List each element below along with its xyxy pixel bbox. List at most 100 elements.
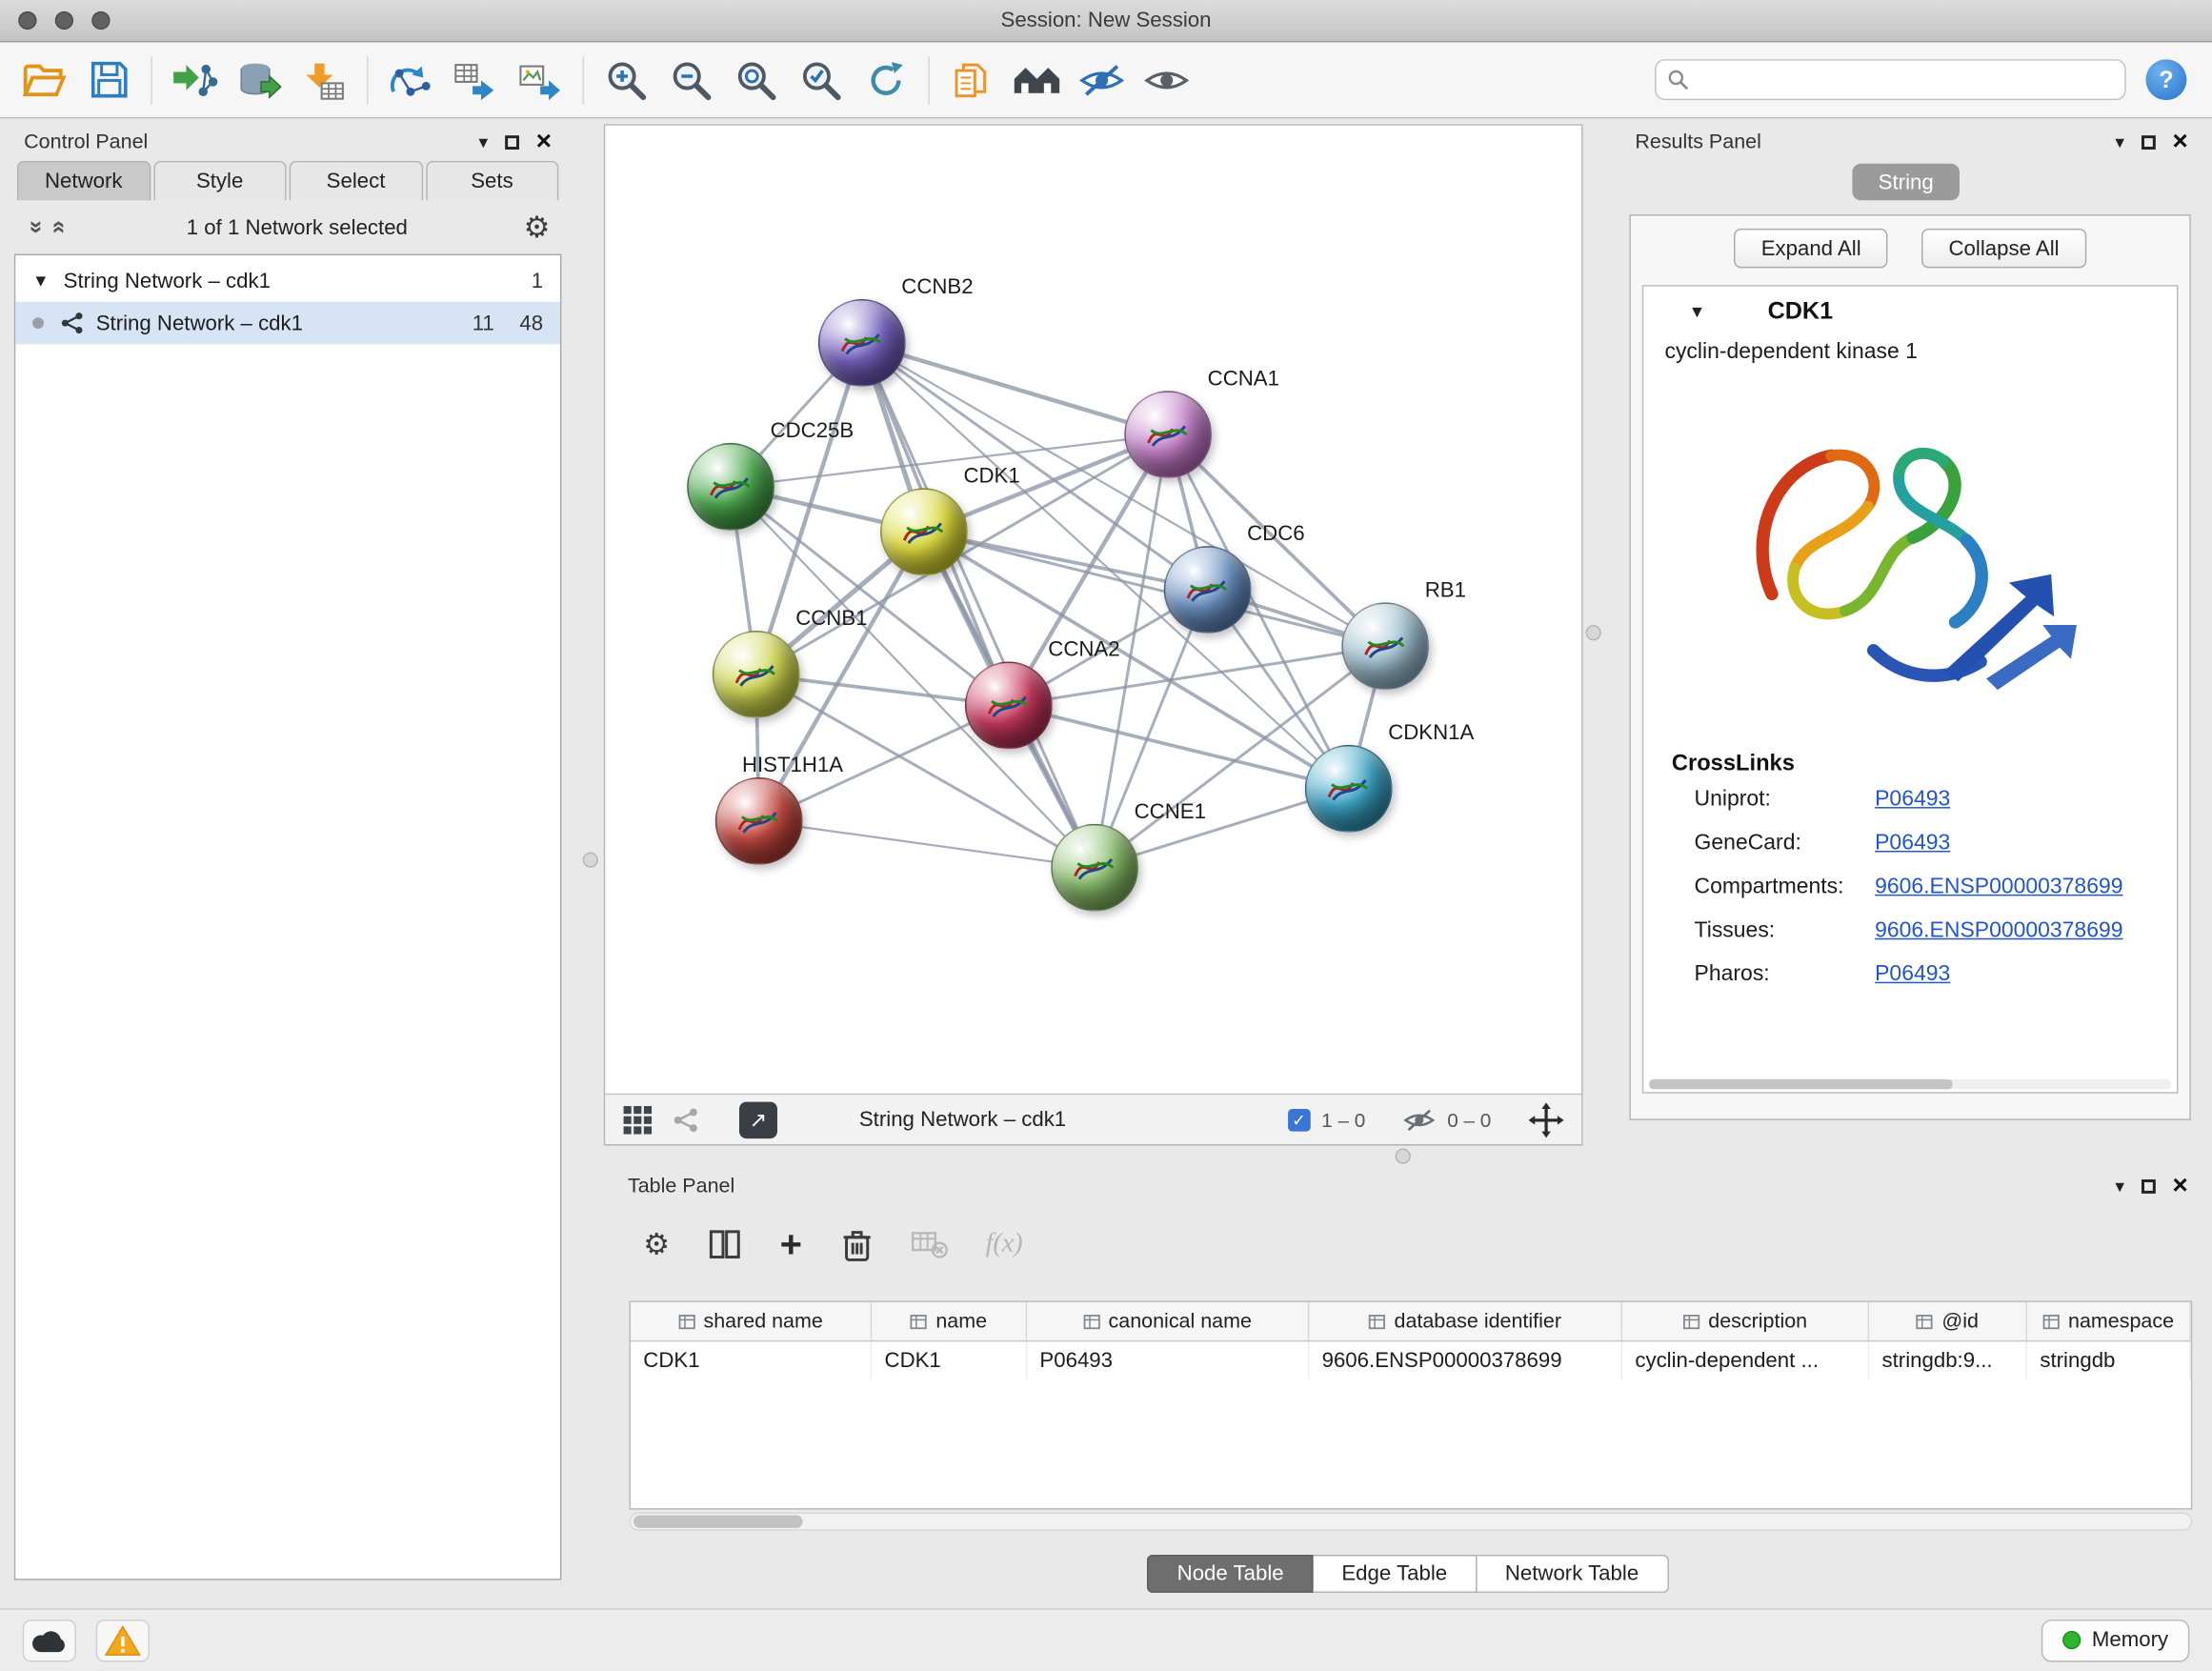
tab-sets[interactable]: Sets <box>425 161 558 200</box>
splitter-handle[interactable] <box>583 852 598 867</box>
panel-float-icon[interactable]: ▾ <box>2115 1176 2124 1198</box>
network-node-CCNA2[interactable] <box>965 662 1053 750</box>
table-cell-description[interactable]: cyclin-dependent ... <box>1622 1341 1869 1379</box>
network-canvas[interactable]: CCNB2CCNA1CDC25BCDK1CDC6RB1CCNB1CCNA2CDK… <box>605 126 1581 1094</box>
network-row[interactable]: String Network – cdk1 11 48 <box>15 302 560 344</box>
network-node-CCNA1[interactable] <box>1124 391 1212 478</box>
collapse-all-button[interactable]: Collapse All <box>1921 229 2085 268</box>
column-header-canonical-name[interactable]: canonical name <box>1027 1302 1309 1340</box>
column-sort-icon[interactable] <box>1683 1313 1700 1330</box>
network-collection-row[interactable]: ▼ String Network – cdk1 1 <box>15 259 560 301</box>
memory-button[interactable]: Memory <box>2041 1619 2190 1661</box>
save-session-icon[interactable] <box>76 50 141 110</box>
tab-style[interactable]: Style <box>153 161 287 200</box>
column-header-description[interactable]: description <box>1622 1302 1869 1340</box>
cloud-status-button[interactable] <box>23 1619 76 1661</box>
crosslink-tissues-link[interactable]: 9606.ENSP00000378699 <box>1875 917 2122 943</box>
network-node-CCNB1[interactable] <box>713 631 800 718</box>
panel-close-icon[interactable]: × <box>2172 135 2187 150</box>
zoom-in-icon[interactable] <box>593 50 658 110</box>
column-sort-icon[interactable] <box>2042 1313 2060 1330</box>
home-icon[interactable] <box>1004 50 1069 110</box>
expand-all-networks-icon[interactable]: « <box>45 216 73 239</box>
network-node-CDC25B[interactable] <box>687 443 774 531</box>
column-sort-icon[interactable] <box>1917 1313 1934 1330</box>
table-row[interactable]: CDK1CDK1P064939606.ENSP00000378699cyclin… <box>631 1341 2191 1379</box>
copy-document-icon[interactable] <box>939 50 1004 110</box>
panel-close-icon[interactable]: × <box>2172 1179 2187 1194</box>
network-node-CCNE1[interactable] <box>1051 824 1138 912</box>
import-network-file-icon[interactable] <box>162 50 227 110</box>
import-table-file-icon[interactable] <box>292 50 357 110</box>
grid-view-icon[interactable] <box>622 1104 654 1136</box>
crosslink-uniprot-link[interactable]: P06493 <box>1875 787 1950 813</box>
export-image-icon[interactable] <box>508 50 573 110</box>
crosslink-pharos-link[interactable]: P06493 <box>1875 961 1950 987</box>
delete-column-trash-icon[interactable] <box>840 1227 873 1262</box>
tab-node-table[interactable]: Node Table <box>1148 1555 1314 1593</box>
column-sort-icon[interactable] <box>1083 1313 1100 1330</box>
panel-maximize-icon[interactable] <box>2142 1179 2156 1194</box>
column-sort-icon[interactable] <box>678 1313 695 1330</box>
panel-close-icon[interactable]: × <box>536 135 552 150</box>
table-cell-database-identifier[interactable]: 9606.ENSP00000378699 <box>1309 1341 1622 1379</box>
splitter-handle[interactable] <box>1396 1148 1411 1163</box>
column-header-database-identifier[interactable]: database identifier <box>1309 1302 1622 1340</box>
table-cell-shared-name[interactable]: CDK1 <box>631 1341 872 1379</box>
column-header-shared-name[interactable]: shared name <box>631 1302 872 1340</box>
table-cell--id[interactable]: stringdb:9... <box>1869 1341 2027 1379</box>
zoom-fit-icon[interactable] <box>724 50 789 110</box>
selected-checkbox-icon[interactable]: ✓ <box>1288 1108 1311 1131</box>
refresh-layout-icon[interactable] <box>854 50 918 110</box>
tab-network[interactable]: Network <box>17 161 151 200</box>
import-network-database-icon[interactable] <box>227 50 292 110</box>
network-node-HIST1H1A[interactable] <box>715 777 803 865</box>
panel-maximize-icon[interactable] <box>505 135 519 150</box>
warnings-button[interactable] <box>96 1619 150 1661</box>
network-node-CCNB2[interactable] <box>818 299 906 387</box>
panel-float-icon[interactable]: ▾ <box>2115 131 2124 154</box>
network-from-table-icon[interactable] <box>443 50 508 110</box>
panel-maximize-icon[interactable] <box>2142 135 2156 150</box>
gene-expander-icon[interactable]: ▼ <box>1689 302 1709 322</box>
network-options-gear-icon[interactable]: ⚙ <box>524 212 551 242</box>
network-node-CDKN1A[interactable] <box>1305 745 1393 833</box>
column-header--id[interactable]: @id <box>1869 1302 2027 1340</box>
tab-edge-table[interactable]: Edge Table <box>1314 1555 1477 1593</box>
show-columns-icon[interactable] <box>708 1229 742 1260</box>
open-session-icon[interactable] <box>11 50 76 110</box>
column-sort-icon[interactable] <box>1369 1313 1386 1330</box>
add-column-icon[interactable]: + <box>780 1225 802 1263</box>
search-box[interactable] <box>1655 59 2126 100</box>
tab-select[interactable]: Select <box>290 161 423 200</box>
network-node-RB1[interactable] <box>1341 602 1429 690</box>
table-cell-name[interactable]: CDK1 <box>872 1341 1027 1379</box>
network-node-CDC6[interactable] <box>1164 546 1252 634</box>
crosslink-compartments-link[interactable]: 9606.ENSP00000378699 <box>1875 874 2122 899</box>
hide-selected-eye-icon[interactable] <box>1070 50 1135 110</box>
search-input[interactable] <box>1698 69 2114 91</box>
open-in-new-window-icon[interactable]: ↗ <box>739 1101 777 1138</box>
new-network-icon[interactable] <box>378 50 443 110</box>
expand-all-button[interactable]: Expand All <box>1735 229 1888 268</box>
column-header-namespace[interactable]: namespace <box>2027 1302 2191 1340</box>
table-options-gear-icon[interactable]: ⚙ <box>643 1230 670 1259</box>
results-horizontal-scrollbar[interactable] <box>1649 1079 2171 1089</box>
column-sort-icon[interactable] <box>911 1313 928 1330</box>
birdseye-view-icon[interactable] <box>673 1107 699 1133</box>
show-all-eye-icon[interactable] <box>1135 50 1199 110</box>
splitter-handle[interactable] <box>1586 625 1601 640</box>
network-node-CDK1[interactable] <box>880 488 968 575</box>
expander-icon[interactable]: ▼ <box>32 271 52 291</box>
tab-string[interactable]: String <box>1852 164 1960 201</box>
column-header-name[interactable]: name <box>872 1302 1027 1340</box>
table-cell-namespace[interactable]: stringdb <box>2027 1341 2191 1379</box>
table-cell-canonical-name[interactable]: P06493 <box>1027 1341 1309 1379</box>
zoom-selected-icon[interactable] <box>789 50 854 110</box>
panel-float-icon[interactable]: ▾ <box>479 131 489 154</box>
zoom-out-icon[interactable] <box>659 50 724 110</box>
pan-crosshair-icon[interactable] <box>1528 1101 1565 1138</box>
tab-network-table[interactable]: Network Table <box>1477 1555 1668 1593</box>
help-button[interactable]: ? <box>2145 59 2186 100</box>
crosslink-genecard-link[interactable]: P06493 <box>1875 831 1950 856</box>
